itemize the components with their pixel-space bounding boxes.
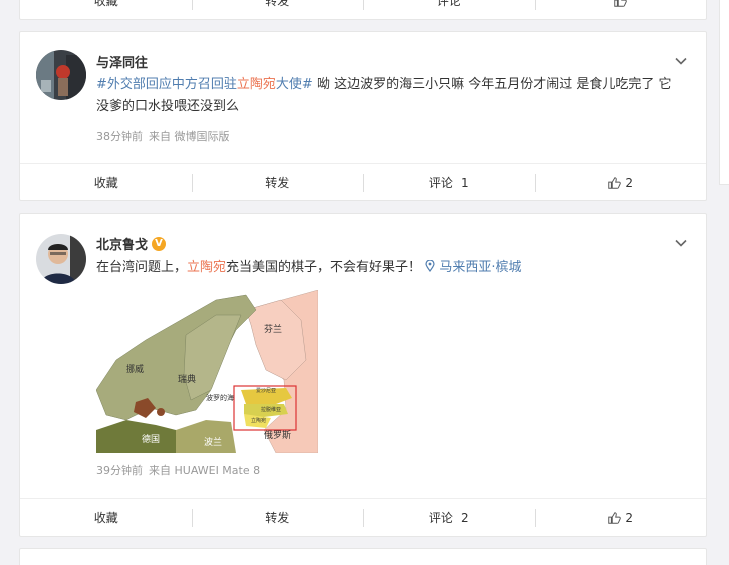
like-count: 2	[625, 510, 634, 525]
map-label-baltic-sea: 波罗的海	[206, 393, 234, 402]
mention-link[interactable]: 立陶宛	[237, 77, 276, 92]
map-label-russia: 俄罗斯	[264, 429, 291, 441]
like-button[interactable]	[534, 0, 707, 19]
thumbs-up-icon	[608, 511, 622, 524]
right-sidebar-edge	[719, 0, 729, 185]
location-text: 马来西亚·槟城	[439, 260, 522, 275]
comment-count: 2	[460, 510, 469, 525]
comment-button[interactable]: 评论	[363, 0, 535, 19]
chevron-down-icon[interactable]	[674, 54, 688, 68]
post-meta: 38分钟前 来自 微博国际版	[96, 128, 230, 144]
source: 来自 微博国际版	[149, 130, 230, 143]
map-label-latvia: 拉脱维亚	[261, 406, 281, 413]
post-image-map[interactable]: 挪威 瑞典 芬兰 波罗的海 德国 波兰 俄罗斯 爱沙尼亚 拉脱维亚 立陶宛	[96, 290, 318, 453]
repost-label: 转发	[265, 176, 290, 190]
topic-link-end[interactable]: 大使#	[276, 77, 313, 92]
post-body-end: 充当美国的棋子，不会有好果子！	[226, 260, 422, 275]
location-pin-icon	[425, 259, 435, 273]
thumbs-up-icon	[614, 0, 628, 7]
comment-label: 评论	[428, 176, 453, 190]
repost-button[interactable]: 转发	[191, 0, 364, 19]
mention-link[interactable]: 立陶宛	[187, 260, 226, 275]
username-text: 与泽同往	[96, 56, 149, 71]
chevron-down-icon[interactable]	[674, 236, 688, 250]
username[interactable]: 与泽同往	[96, 52, 148, 71]
post-text: 在台湾问题上，立陶宛充当美国的棋子，不会有好果子！ 马来西亚·槟城	[96, 257, 680, 279]
map-label-finland: 芬兰	[264, 323, 282, 335]
timestamp[interactable]: 38分钟前	[96, 130, 143, 143]
avatar[interactable]	[36, 234, 86, 284]
collect-button[interactable]: 收藏	[20, 499, 192, 536]
post-meta: 39分钟前 来自 HUAWEI Mate 8	[96, 462, 260, 478]
repost-button[interactable]: 转发	[191, 164, 364, 201]
thumbs-up-icon	[608, 176, 622, 189]
verified-badge-icon: V	[152, 236, 167, 251]
topic-link[interactable]: #外交部回应中方召回驻	[96, 77, 237, 92]
avatar[interactable]	[36, 50, 86, 100]
like-button[interactable]: 2	[534, 499, 707, 536]
map-label-norway: 挪威	[126, 363, 144, 375]
map-label-sweden: 瑞典	[178, 373, 196, 385]
collect-button[interactable]: 收藏	[20, 0, 192, 19]
repost-label: 转发	[265, 511, 290, 525]
map-label-poland: 波兰	[204, 436, 222, 448]
comment-label: 评论	[436, 0, 461, 8]
post-text: #外交部回应中方召回驻立陶宛大使# 呦 这边波罗的海三小只嘛 今年五月份才闹过 …	[96, 74, 680, 118]
timestamp[interactable]: 39分钟前	[96, 464, 143, 477]
repost-button[interactable]: 转发	[191, 499, 364, 536]
post-card: 与泽同往 #外交部回应中方召回驻立陶宛大使# 呦 这边波罗的海三小只嘛 今年五月…	[19, 31, 707, 201]
source: 来自 HUAWEI Mate 8	[149, 464, 261, 477]
next-post-card	[19, 548, 707, 565]
previous-post-actions: 收藏 转发 评论	[20, 0, 706, 19]
map-label-germany: 德国	[142, 433, 160, 445]
location-link[interactable]: 马来西亚·槟城	[425, 259, 522, 275]
like-button[interactable]: 2	[534, 164, 707, 201]
username[interactable]: 北京鲁戈 V	[96, 234, 167, 253]
like-count: 2	[625, 175, 634, 190]
username-text: 北京鲁戈	[96, 238, 149, 253]
comment-label: 评论	[428, 511, 453, 525]
previous-post-card: 收藏 转发 评论	[19, 0, 707, 20]
post-body-start: 在台湾问题上，	[96, 260, 188, 275]
map-label-lithuania: 立陶宛	[251, 417, 266, 424]
post-card: 北京鲁戈 V 在台湾问题上，立陶宛充当美国的棋子，不会有好果子！ 马来西亚·槟城	[19, 213, 707, 537]
map-label-estonia: 爱沙尼亚	[256, 387, 276, 394]
collect-label: 收藏	[93, 176, 118, 190]
comment-count: 1	[460, 175, 469, 190]
comment-button[interactable]: 评论 2	[363, 499, 535, 536]
repost-label: 转发	[265, 0, 290, 8]
collect-button[interactable]: 收藏	[20, 164, 192, 201]
collect-label: 收藏	[93, 511, 118, 525]
post-actions: 收藏 转发 评论 2 2	[20, 498, 706, 536]
comment-button[interactable]: 评论 1	[363, 164, 535, 201]
collect-label: 收藏	[93, 0, 118, 8]
post-actions: 收藏 转发 评论 1 2	[20, 163, 706, 201]
